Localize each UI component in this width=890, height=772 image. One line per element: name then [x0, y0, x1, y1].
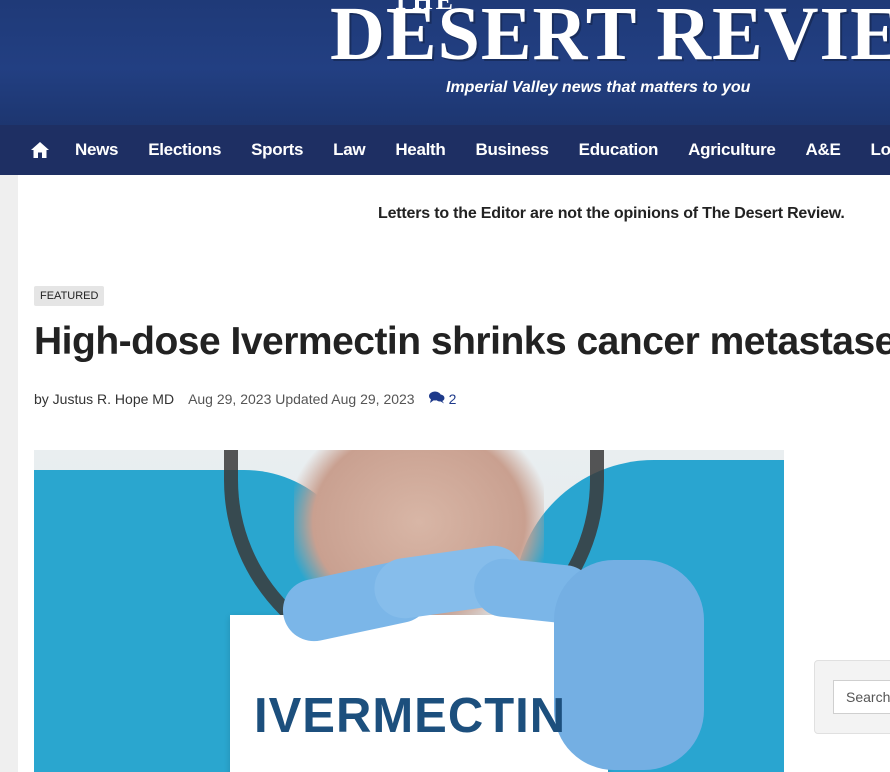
- nav-item-local-events[interactable]: Local Ev: [856, 140, 890, 160]
- nav-item-business[interactable]: Business: [460, 140, 563, 160]
- nav-item-health[interactable]: Health: [380, 140, 460, 160]
- article-author[interactable]: by Justus R. Hope MD: [34, 391, 174, 407]
- article-dates: Aug 29, 2023 Updated Aug 29, 2023: [188, 391, 415, 407]
- editor-notice: Letters to the Editor are not the opinio…: [378, 205, 845, 222]
- site-logo[interactable]: DESERT REVIEW: [330, 0, 890, 74]
- nav-item-education[interactable]: Education: [564, 140, 673, 160]
- comments-icon: [428, 391, 445, 407]
- article-meta: by Justus R. Hope MD Aug 29, 2023 Update…: [34, 391, 456, 407]
- site-tagline: Imperial Valley news that matters to you: [446, 79, 751, 96]
- main-nav: News Elections Sports Law Health Busines…: [0, 125, 890, 175]
- nav-item-agriculture[interactable]: Agriculture: [673, 140, 790, 160]
- article-hero-image: IVERMECTIN: [34, 450, 784, 772]
- nav-item-ae[interactable]: A&E: [791, 140, 856, 160]
- page-left-gutter: [0, 175, 18, 772]
- featured-badge[interactable]: FEATURED: [34, 286, 105, 306]
- search-input[interactable]: Search: [833, 680, 890, 714]
- comment-count: 2: [448, 391, 457, 407]
- nav-item-law[interactable]: Law: [318, 140, 380, 160]
- nav-item-elections[interactable]: Elections: [133, 140, 236, 160]
- nav-item-news[interactable]: News: [60, 140, 133, 160]
- article-headline: High-dose Ivermectin shrinks cancer meta…: [34, 320, 890, 363]
- site-header: THE DESERT REVIEW Imperial Valley news t…: [0, 0, 890, 125]
- comments-link[interactable]: 2: [428, 391, 457, 407]
- home-icon[interactable]: [30, 141, 50, 159]
- image-sign-text: IVERMECTIN: [254, 689, 567, 743]
- image-glove-hand: [554, 560, 704, 770]
- nav-item-sports[interactable]: Sports: [236, 140, 318, 160]
